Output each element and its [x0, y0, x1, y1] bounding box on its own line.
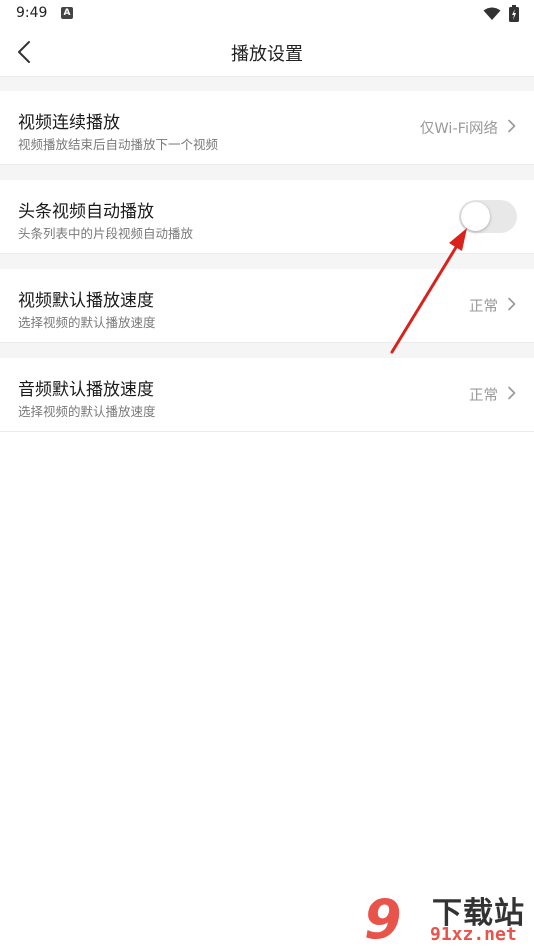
- setting-value: 正常: [469, 388, 498, 404]
- section-gap: [0, 254, 534, 269]
- setting-title: 头条视频自动播放: [18, 202, 154, 222]
- watermark-nine: 9: [364, 888, 402, 950]
- wifi-icon: [483, 6, 501, 25]
- setting-value: 正常: [469, 299, 498, 315]
- section-gap: [0, 343, 534, 358]
- section-gap: [0, 77, 534, 91]
- status-bar: 9:49 A: [0, 0, 534, 28]
- chevron-right-icon: [508, 119, 516, 133]
- setting-title: 音频默认播放速度: [18, 380, 154, 400]
- status-time: 9:49: [16, 5, 48, 21]
- setting-row-headline-autoplay: 头条视频自动播放 头条列表中的片段视频自动播放: [0, 180, 534, 254]
- setting-subtitle: 视频播放结束后自动播放下一个视频: [18, 137, 219, 152]
- setting-subtitle: 选择视频的默认播放速度: [18, 315, 156, 330]
- notification-icon: A: [61, 7, 73, 19]
- page-title: 播放设置: [231, 44, 303, 65]
- toggle-knob: [461, 202, 490, 231]
- setting-row-continuous-play[interactable]: 视频连续播放 视频播放结束后自动播放下一个视频 仅Wi-Fi网络: [0, 91, 534, 165]
- watermark-url: 91xz.net: [430, 924, 517, 945]
- setting-row-video-speed[interactable]: 视频默认播放速度 选择视频的默认播放速度 正常: [0, 269, 534, 343]
- section-gap: [0, 165, 534, 180]
- title-bar: 播放设置: [0, 28, 534, 77]
- setting-value: 仅Wi-Fi网络: [419, 121, 498, 137]
- setting-subtitle: 选择视频的默认播放速度: [18, 404, 156, 419]
- chevron-right-icon: [508, 297, 516, 311]
- setting-title: 视频连续播放: [18, 113, 120, 133]
- setting-subtitle: 头条列表中的片段视频自动播放: [18, 226, 194, 241]
- settings-screen: 9:49 A 播放设置 视频连续播放 视频播放结束后自动播放下一个视频 仅Wi-…: [0, 0, 534, 950]
- battery-icon: [509, 5, 519, 26]
- autoplay-toggle[interactable]: [459, 200, 517, 233]
- chevron-right-icon: [508, 386, 516, 400]
- watermark-logo: 9 下载站 91xz.net: [360, 880, 534, 950]
- setting-row-audio-speed[interactable]: 音频默认播放速度 选择视频的默认播放速度 正常: [0, 358, 534, 432]
- setting-title: 视频默认播放速度: [18, 291, 154, 311]
